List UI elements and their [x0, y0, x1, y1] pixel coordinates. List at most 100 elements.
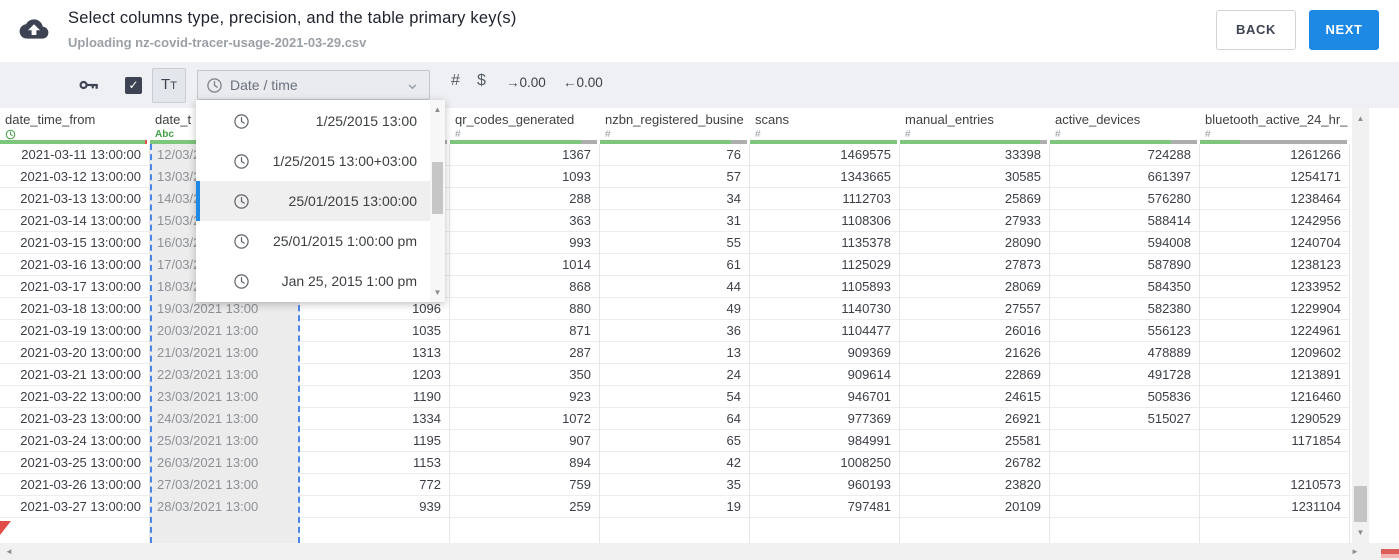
include-column-checkbox[interactable]: ✓ — [125, 77, 142, 94]
table-cell: 2021-03-25 13:00:00 — [0, 452, 149, 474]
text-type-button[interactable]: Tt — [152, 68, 186, 103]
chevron-down-icon: ⌄ — [404, 73, 420, 93]
table-column[interactable]: date_time_from 2021-03-11 13:00:00 2021-0… — [0, 108, 150, 543]
table-column[interactable]: scans # 1469575 1343665 1112703 1108306 1135… — [750, 108, 900, 543]
column-header[interactable]: active_devices # — [1050, 108, 1200, 140]
decimal-decrease-button[interactable]: →0.00 — [506, 75, 546, 90]
clock-icon — [233, 233, 250, 250]
table-cell: 946701 — [750, 386, 899, 408]
table-cell: 1367 — [450, 144, 599, 166]
table-cell: 661397 — [1050, 166, 1199, 188]
column-header[interactable]: nzbn_registered_busine # — [600, 108, 750, 140]
table-cell: 1469575 — [750, 144, 899, 166]
table-cell: 907 — [450, 430, 599, 452]
table-cell: 34 — [600, 188, 749, 210]
table-cell: 772 — [300, 474, 449, 496]
dropdown-scroll-thumb[interactable] — [432, 162, 443, 214]
table-cell: 1105893 — [750, 276, 899, 298]
table-cell: 1334 — [300, 408, 449, 430]
next-button[interactable]: NEXT — [1309, 10, 1379, 50]
scroll-right-icon[interactable]: ► — [1351, 547, 1359, 556]
table-cell: 2021-03-20 13:00:00 — [0, 342, 149, 364]
table-cell: 55 — [600, 232, 749, 254]
column-header[interactable]: bluetooth_active_24_hr_ # — [1200, 108, 1350, 140]
table-column[interactable]: qr_codes_generated # 1367 1093 288 363 993 10… — [450, 108, 600, 543]
date-format-option[interactable]: 1/25/2015 13:00+03:00 — [196, 141, 430, 181]
integer-type-button[interactable]: # — [451, 72, 460, 90]
clock-icon — [233, 273, 250, 290]
table-cell: 1261266 — [1200, 144, 1349, 166]
table-cell: 1238464 — [1200, 188, 1349, 210]
table-cell: 909614 — [750, 364, 899, 386]
table-cell: 2021-03-14 13:00:00 — [0, 210, 149, 232]
clock-icon — [233, 113, 250, 130]
column-name: date_time_from — [5, 112, 96, 127]
table-cell: 1343665 — [750, 166, 899, 188]
table-cell: 1224961 — [1200, 320, 1349, 342]
vertical-scroll-thumb[interactable] — [1354, 486, 1367, 522]
table-cell: 28/03/2021 13:00 — [152, 496, 298, 518]
primary-key-icon[interactable] — [79, 77, 99, 93]
table-cell: 20109 — [900, 496, 1049, 518]
table-cell: 49 — [600, 298, 749, 320]
clock-icon — [233, 153, 250, 170]
scroll-up-icon[interactable]: ▲ — [1352, 114, 1369, 123]
table-cell: 1209602 — [1200, 342, 1349, 364]
table-cell: 23/03/2021 13:00 — [152, 386, 298, 408]
table-column[interactable]: active_devices # 724288 661397 576280 58841… — [1050, 108, 1200, 543]
date-format-option[interactable]: Jan 25, 2015 1:00 pm — [196, 261, 430, 301]
table-cell: 984991 — [750, 430, 899, 452]
date-format-option[interactable]: 25/01/2015 13:00:00 — [196, 181, 430, 221]
table-cell: 1216460 — [1200, 386, 1349, 408]
table-cell: 22869 — [900, 364, 1049, 386]
back-button[interactable]: BACK — [1216, 10, 1296, 50]
table-cell: 576280 — [1050, 188, 1199, 210]
column-header[interactable]: qr_codes_generated # — [450, 108, 600, 140]
table-cell: 515027 — [1050, 408, 1199, 430]
table-cell: 363 — [450, 210, 599, 232]
table-cell: 993 — [450, 232, 599, 254]
table-cell: 2021-03-15 13:00:00 — [0, 232, 149, 254]
table-cell: 797481 — [750, 496, 899, 518]
table-cell: 2021-03-18 13:00:00 — [0, 298, 149, 320]
date-format-option[interactable]: 25/01/2015 1:00:00 pm — [196, 221, 430, 261]
table-cell: 27873 — [900, 254, 1049, 276]
table-cell: 2021-03-13 13:00:00 — [0, 188, 149, 210]
column-name: active_devices — [1055, 112, 1141, 127]
table-cell: 478889 — [1050, 342, 1199, 364]
table-cell: 57 — [600, 166, 749, 188]
table-cell: 594008 — [1050, 232, 1199, 254]
cloud-upload-icon — [19, 17, 49, 41]
table-cell: 27/03/2021 13:00 — [152, 474, 298, 496]
table-cell — [1050, 452, 1199, 474]
horizontal-scrollbar[interactable]: ◄ ► — [0, 543, 1399, 560]
table-cell: 2021-03-11 13:00:00 — [0, 144, 149, 166]
page-title: Select columns type, precision, and the … — [68, 9, 517, 27]
scroll-left-icon[interactable]: ◄ — [5, 547, 13, 556]
table-column[interactable]: nzbn_registered_busine # 76 57 34 31 55 61 44 4… — [600, 108, 750, 543]
currency-type-button[interactable]: $ — [477, 72, 486, 90]
table-cell: 24 — [600, 364, 749, 386]
table-column[interactable]: bluetooth_active_24_hr_ # 1261266 1254171… — [1200, 108, 1350, 543]
table-cell: 26016 — [900, 320, 1049, 342]
dropdown-scrollbar[interactable]: ▲ ▼ — [430, 100, 445, 302]
vertical-scrollbar[interactable]: ▲ ▼ — [1352, 108, 1369, 543]
scroll-down-icon[interactable]: ▼ — [1352, 528, 1369, 537]
table-cell: 1210573 — [1200, 474, 1349, 496]
date-format-option[interactable]: 1/25/2015 13:00 — [196, 101, 430, 141]
table-cell: 1008250 — [750, 452, 899, 474]
decimal-increase-button[interactable]: ←0.00 — [563, 75, 603, 90]
table-cell: 19 — [600, 496, 749, 518]
table-cell: 27557 — [900, 298, 1049, 320]
table-cell: 31 — [600, 210, 749, 232]
column-type-dropdown[interactable]: Date / time ⌄ — [197, 70, 430, 100]
column-header[interactable]: date_time_from — [0, 108, 150, 140]
table-cell: 1104477 — [750, 320, 899, 342]
column-header[interactable]: scans # — [750, 108, 900, 140]
scroll-down-icon[interactable]: ▼ — [430, 288, 445, 297]
column-header[interactable]: manual_entries # — [900, 108, 1050, 140]
table-column[interactable]: manual_entries # 33398 30585 25869 27933 280… — [900, 108, 1050, 543]
table-cell: 2021-03-27 13:00:00 — [0, 496, 149, 518]
upload-wizard-window: Select columns type, precision, and the … — [0, 0, 1399, 560]
scroll-up-icon[interactable]: ▲ — [430, 105, 445, 114]
